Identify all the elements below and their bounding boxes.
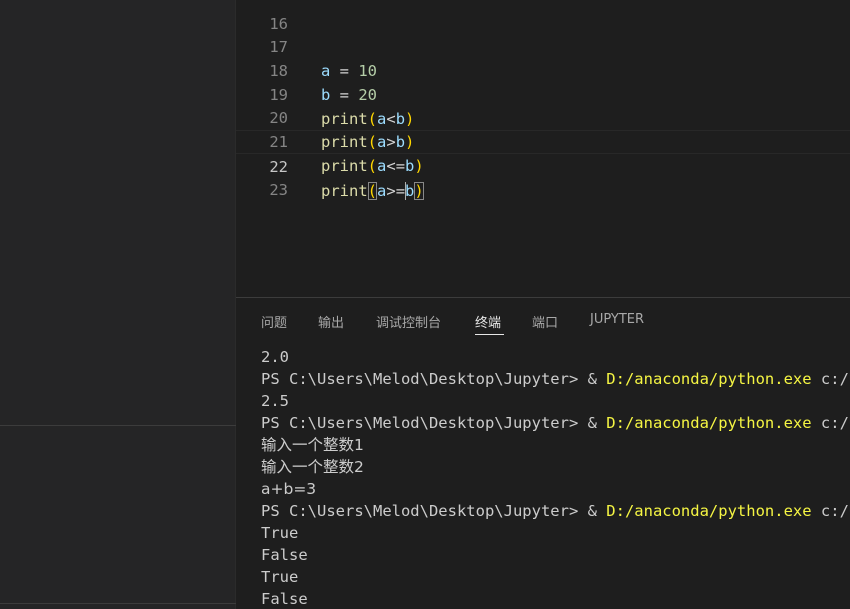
- tab-debug-console[interactable]: 调试控制台: [376, 312, 441, 331]
- sidebar-divider: [0, 425, 236, 426]
- python-exe-path: D:/anaconda/python.exe: [606, 414, 812, 432]
- code-line: 18 b = 20: [236, 35, 850, 104]
- code-editor[interactable]: 16 17 a = 10 18 b = 20 19 print(a<b) 20 …: [236, 0, 850, 297]
- terminal-line: 2.5: [261, 392, 289, 410]
- tab-problems[interactable]: 问题: [261, 312, 287, 331]
- terminal-line: a+b=3: [261, 480, 317, 498]
- code-line: 23: [236, 154, 850, 199]
- tab-output[interactable]: 输出: [318, 312, 344, 331]
- side-bar: [0, 0, 236, 609]
- terminal-line: False: [261, 590, 308, 608]
- script-path: c:/Use: [820, 414, 850, 432]
- terminal-command-line: PS C:\Users\Melod\Desktop\Jupyter> & D:/…: [261, 368, 850, 390]
- terminal-prompt: PS C:\Users\Melod\Desktop\Jupyter> &: [261, 414, 607, 432]
- terminal-line: 2.0: [261, 348, 289, 366]
- terminal-command-line: PS C:\Users\Melod\Desktop\Jupyter> & D:/…: [261, 412, 850, 434]
- bottom-panel: 问题 输出 调试控制台 终端 端口 JUPYTER 2.0 PS C:\User…: [236, 297, 850, 609]
- tab-jupyter[interactable]: JUPYTER: [590, 312, 644, 327]
- sidebar-divider: [0, 603, 236, 604]
- tab-ports[interactable]: 端口: [532, 312, 558, 331]
- terminal-prompt: PS C:\Users\Melod\Desktop\Jupyter> &: [261, 370, 607, 388]
- current-code-line: 22 print(a>=b): [236, 130, 850, 200]
- code-line: 17 a = 10: [236, 11, 850, 80]
- terminal-command-line: PS C:\Users\Melod\Desktop\Jupyter> & D:/…: [261, 500, 850, 522]
- panel-tab-bar: 问题 输出 调试控制台 终端 端口 JUPYTER: [236, 298, 850, 344]
- text-cursor: [405, 181, 407, 200]
- code-line: 19 print(a<b): [236, 59, 850, 128]
- code-line: 21 print(a<=b): [236, 106, 850, 175]
- active-tab-indicator: [475, 334, 504, 335]
- code-text[interactable]: print(a>=b): [321, 179, 424, 203]
- line-number: 23: [269, 181, 288, 199]
- tab-terminal[interactable]: 终端: [475, 312, 501, 331]
- python-exe-path: D:/anaconda/python.exe: [606, 370, 812, 388]
- python-exe-path: D:/anaconda/python.exe: [606, 502, 812, 520]
- terminal-line: True: [261, 568, 299, 586]
- terminal-line: 输入一个整数1: [261, 436, 364, 454]
- terminal-line: True: [261, 524, 299, 542]
- terminal-line: 输入一个整数2: [261, 458, 364, 476]
- terminal-line: False: [261, 546, 308, 564]
- code-line: 20 print(a>b): [236, 82, 850, 151]
- terminal-prompt: PS C:\Users\Melod\Desktop\Jupyter> &: [261, 502, 607, 520]
- script-path: c:/Use: [820, 370, 850, 388]
- script-path: c:/Use: [820, 502, 850, 520]
